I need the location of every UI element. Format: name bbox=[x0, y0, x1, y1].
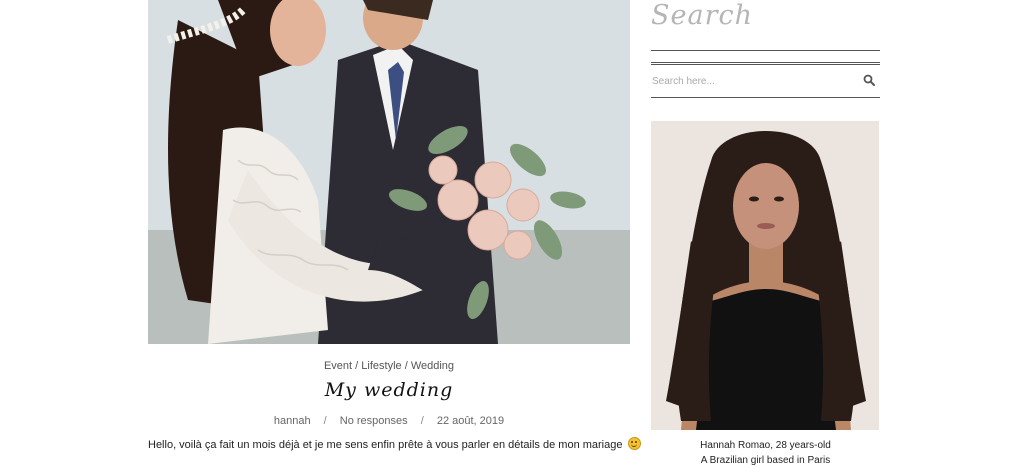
profile-photo bbox=[651, 121, 879, 430]
category-link-wedding[interactable]: Wedding bbox=[411, 360, 454, 372]
category-link-event[interactable]: Event bbox=[324, 360, 352, 372]
post-author[interactable]: hannah bbox=[274, 415, 311, 427]
post-date: 22 août, 2019 bbox=[436, 415, 505, 427]
search-icon bbox=[863, 74, 875, 86]
search-button[interactable] bbox=[862, 74, 876, 88]
post-excerpt-text: Hello, voilà ça fait un mois déjà et je … bbox=[148, 439, 623, 451]
search-input[interactable] bbox=[651, 70, 853, 92]
meta-separator: / bbox=[420, 415, 424, 427]
post-comments-link[interactable]: No responses bbox=[340, 415, 408, 427]
post-categories: Event / Lifestyle / Wedding bbox=[148, 360, 630, 372]
category-separator: / bbox=[404, 360, 408, 372]
meta-separator: / bbox=[323, 415, 327, 427]
wedding-photo bbox=[148, 0, 630, 344]
divider bbox=[651, 97, 880, 98]
post-meta: hannah / No responses / 22 août, 2019 bbox=[148, 415, 630, 427]
profile-portrait bbox=[651, 121, 879, 430]
profile-name-age: Hannah Romao, 28 years-old bbox=[700, 440, 831, 451]
divider bbox=[651, 50, 880, 51]
profile-caption: Hannah Romao, 28 years-old A Brazilian g… bbox=[651, 438, 880, 468]
search-widget-title: Search bbox=[651, 0, 753, 31]
smiley-emoji-icon bbox=[627, 437, 641, 450]
post-featured-image[interactable] bbox=[148, 0, 630, 344]
category-separator: / bbox=[355, 360, 359, 372]
category-link-lifestyle[interactable]: Lifestyle bbox=[361, 360, 401, 372]
post-excerpt: Hello, voilà ça fait un mois déjà et je … bbox=[148, 437, 641, 451]
divider-double bbox=[651, 62, 880, 65]
search-form bbox=[651, 70, 880, 94]
post-title[interactable]: My wedding bbox=[148, 379, 630, 401]
